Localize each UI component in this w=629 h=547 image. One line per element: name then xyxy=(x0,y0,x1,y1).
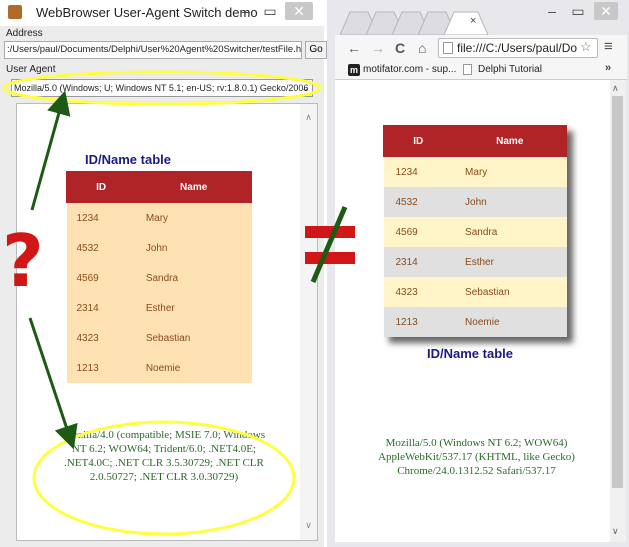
cell-name: Sebastian xyxy=(453,277,567,307)
close-button[interactable]: ✕ xyxy=(285,2,313,20)
table-row: 4323 Sebastian xyxy=(66,323,252,353)
table-row: 2314 Esther xyxy=(383,247,567,277)
cell-name: Mary xyxy=(135,202,252,233)
go-button[interactable]: Go xyxy=(305,41,327,59)
cell-id: 1234 xyxy=(383,156,454,187)
table-row: 1234 Mary xyxy=(66,202,252,233)
table-row: 1213 Noemie xyxy=(383,307,567,337)
forward-arrow-icon[interactable]: → xyxy=(371,40,385,56)
cell-id: 4323 xyxy=(383,277,454,307)
table-row: 4569 Sandra xyxy=(383,217,567,247)
table-row: 4532 John xyxy=(66,233,252,263)
back-arrow-icon[interactable]: ← xyxy=(347,40,361,56)
left-id-name-table: ID Name 1234 Mary 4532 John 4569 Sandra 231… xyxy=(65,171,252,383)
cell-id: 4569 xyxy=(383,217,454,247)
table-row: 4323 Sebastian xyxy=(383,277,567,307)
address-input[interactable]: :/Users/paul/Documents/Delphi/User%20Age… xyxy=(4,41,302,59)
chrome-close-button[interactable]: ✕ xyxy=(594,2,618,20)
table-row: 2314 Esther xyxy=(66,293,252,323)
bookmark-star-icon[interactable]: ☆ xyxy=(580,39,592,55)
header-id: ID xyxy=(383,125,454,157)
table-row: 1213 Noemie xyxy=(66,353,252,383)
cell-name: Noemie xyxy=(453,307,567,337)
cell-id: 4532 xyxy=(383,187,454,217)
scroll-down-icon[interactable]: ∨ xyxy=(612,526,619,537)
right-id-name-table: ID Name 1234 Mary 4532 John 4569 Sandra 231… xyxy=(383,125,568,337)
address-label: Address xyxy=(6,28,43,39)
scroll-up-icon[interactable]: ∧ xyxy=(300,110,317,124)
bookmark-delphi-tutorial[interactable]: Delphi Tutorial xyxy=(478,64,542,75)
user-agent-selected: Mozilla/5.0 (Windows; U; Windows NT 5.1;… xyxy=(14,83,309,93)
chrome-maximize-button[interactable]: ▭ xyxy=(566,2,590,20)
cell-id: 2314 xyxy=(66,293,136,323)
cell-name: Noemie xyxy=(135,353,252,383)
header-name: Name xyxy=(452,125,568,157)
cell-name: Sandra xyxy=(453,217,567,247)
url-omnibox[interactable]: file:///C:/Users/paul/Do xyxy=(438,38,598,58)
cell-name: Esther xyxy=(135,293,252,323)
page-icon xyxy=(463,64,472,75)
cell-id: 1213 xyxy=(66,353,136,383)
cell-id: 1234 xyxy=(66,202,136,233)
question-mark: ? xyxy=(2,219,44,303)
chevron-down-icon: ⌄ xyxy=(301,83,309,93)
table-row: 4532 John xyxy=(383,187,567,217)
left-user-agent-output: Mozilla/4.0 (compatible; MSIE 7.0; Windo… xyxy=(62,429,266,483)
table-row: 1234 Mary xyxy=(383,156,567,187)
cell-name: Sandra xyxy=(135,263,252,293)
user-agent-select[interactable]: Mozilla/5.0 (Windows; U; Windows NT 5.1;… xyxy=(11,79,313,97)
left-table-title: ID/Name table xyxy=(85,152,171,167)
table-row: 4569 Sandra xyxy=(66,263,252,293)
bookmark-motifator[interactable]: motifator.com - sup... xyxy=(363,64,456,75)
user-agent-label: User Agent xyxy=(6,64,56,75)
page-icon xyxy=(443,42,453,54)
cell-name: John xyxy=(135,233,252,263)
cell-id: 1213 xyxy=(383,307,454,337)
chrome-minimize-button[interactable]: – xyxy=(540,2,564,20)
cell-name: John xyxy=(453,187,567,217)
tab-strip xyxy=(340,11,489,36)
cell-id: 2314 xyxy=(383,247,454,277)
cell-id: 4569 xyxy=(66,263,136,293)
motifator-favicon-icon: m xyxy=(348,64,360,76)
cell-name: Sebastian xyxy=(135,323,252,353)
maximize-button[interactable]: ▭ xyxy=(256,2,284,20)
cell-name: Mary xyxy=(453,156,567,187)
left-scrollbar[interactable]: ∧ ∨ xyxy=(300,104,317,540)
scrollbar-thumb[interactable] xyxy=(612,96,623,488)
scroll-up-icon[interactable]: ∧ xyxy=(612,83,619,94)
left-window-title: WebBrowser User-Agent Switch demo xyxy=(36,5,258,20)
reload-icon[interactable]: C xyxy=(395,40,405,56)
right-table-title: ID/Name table xyxy=(427,346,513,361)
home-icon[interactable]: ⌂ xyxy=(418,40,426,56)
app-icon xyxy=(8,5,22,19)
cell-id: 4323 xyxy=(66,323,136,353)
cell-name: Esther xyxy=(453,247,567,277)
header-name: Name xyxy=(135,171,252,203)
right-user-agent-output: Mozilla/5.0 (Windows NT 6.2; WOW64) Appl… xyxy=(378,437,575,477)
cell-id: 4532 xyxy=(66,233,136,263)
header-id: ID xyxy=(65,171,137,203)
scroll-down-icon[interactable]: ∨ xyxy=(300,518,317,532)
bookmarks-overflow-icon[interactable]: » xyxy=(605,62,611,74)
hamburger-menu-icon[interactable]: ≡ xyxy=(604,38,613,55)
tab-close-button[interactable]: × xyxy=(470,15,476,27)
